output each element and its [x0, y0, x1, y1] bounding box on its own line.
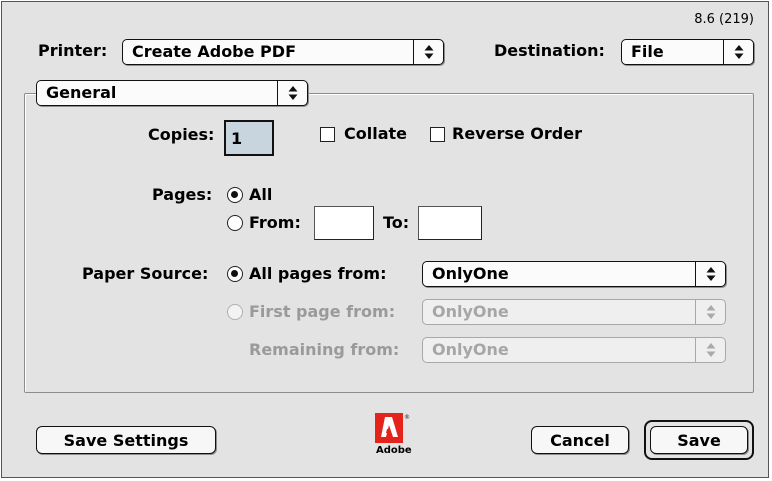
printer-popup-value: Create Adobe PDF — [132, 42, 296, 61]
save-button[interactable]: Save — [650, 426, 748, 454]
reverse-order-checkbox[interactable] — [430, 127, 445, 142]
reverse-order-label: Reverse Order — [452, 124, 582, 143]
pages-to-field[interactable] — [418, 206, 482, 240]
collate-checkbox[interactable] — [320, 127, 335, 142]
collate-label: Collate — [344, 124, 407, 143]
destination-popup-value: File — [631, 42, 664, 61]
remaining-from-value: OnlyOne — [432, 340, 509, 359]
pages-from-field[interactable] — [314, 206, 374, 240]
all-pages-from-radio[interactable] — [227, 266, 243, 282]
version-label: 8.6 (219) — [694, 12, 754, 27]
pages-all-label: All — [249, 185, 273, 204]
all-pages-from-popup[interactable]: OnlyOne — [422, 261, 726, 287]
save-settings-button[interactable]: Save Settings — [36, 426, 216, 454]
panel-popup[interactable]: General — [36, 80, 308, 106]
double-arrow-updown-icon — [695, 262, 725, 286]
pages-all-radio[interactable] — [227, 187, 243, 203]
destination-popup[interactable]: File — [621, 39, 754, 65]
first-page-from-label: First page from: — [249, 302, 396, 321]
pages-to-label: To: — [383, 213, 410, 232]
double-arrow-updown-icon — [413, 40, 443, 64]
printer-label: Printer: — [38, 41, 108, 60]
adobe-logo-text: Adobe — [376, 445, 412, 456]
all-pages-from-label: All pages from: — [249, 264, 387, 283]
panel-popup-value: General — [46, 83, 117, 102]
first-page-from-popup[interactable]: OnlyOne — [422, 299, 726, 325]
pages-label: Pages: — [152, 185, 213, 204]
double-arrow-updown-icon — [695, 338, 725, 362]
svg-text:®: ® — [404, 414, 410, 421]
print-dialog: 8.6 (219) Printer: Create Adobe PDF Dest… — [1, 1, 769, 478]
cancel-button[interactable]: Cancel — [531, 426, 629, 454]
double-arrow-updown-icon — [695, 300, 725, 324]
all-pages-from-value: OnlyOne — [432, 264, 509, 283]
first-page-from-radio[interactable] — [227, 304, 243, 320]
copies-label: Copies: — [148, 125, 215, 144]
first-page-from-value: OnlyOne — [432, 302, 509, 321]
double-arrow-updown-icon — [277, 81, 307, 105]
destination-label: Destination: — [494, 41, 605, 60]
double-arrow-updown-icon — [723, 40, 753, 64]
copies-field[interactable]: 1 — [224, 120, 274, 156]
pages-from-radio[interactable] — [227, 215, 243, 231]
pages-from-label: From: — [249, 213, 301, 232]
remaining-from-popup[interactable]: OnlyOne — [422, 337, 726, 363]
adobe-logo-icon: ® Adobe — [374, 411, 412, 459]
remaining-from-label: Remaining from: — [249, 340, 400, 359]
copies-field-value: 1 — [231, 129, 243, 148]
paper-source-label: Paper Source: — [82, 264, 209, 283]
printer-popup[interactable]: Create Adobe PDF — [122, 39, 444, 65]
